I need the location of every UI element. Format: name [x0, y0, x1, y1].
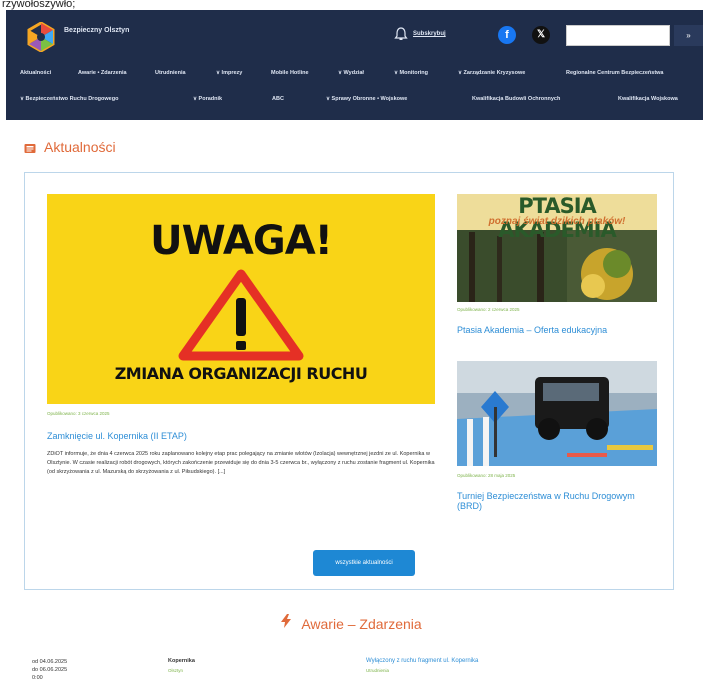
nav-item-abc[interactable]: ABC [272, 96, 284, 102]
event-date: od 04.06.2025 do 06.06.2025 0:00 [32, 658, 67, 682]
nav-item-aktualnosci[interactable]: Aktualności [20, 70, 51, 76]
side-news-1-title[interactable]: Ptasia Akademia – Oferta edukacyjna [457, 325, 657, 335]
nav-item-awarie[interactable]: Awarie • Zdarzenia [78, 70, 127, 76]
main-nav-row-2: ∨ Bezpieczeństwo Ruchu Drogowego ∨ Porad… [6, 93, 703, 107]
nav-item-utrudnienia[interactable]: Utrudnienia [155, 70, 186, 76]
ptasia-image-subheading: poznaj świat dzikich ptaków! [488, 216, 626, 227]
event-place: Kopernika [168, 658, 195, 664]
main-news-title[interactable]: Zamknięcie ul. Kopernika (II ETAP) [47, 431, 187, 441]
news-box: UWAGA! ZMIANA ORGANIZACJI RUCHU Opubliko… [24, 172, 674, 590]
newspaper-icon [24, 141, 36, 153]
subscribe-link[interactable]: Subskrybuj [394, 27, 446, 41]
nav-item-brd[interactable]: ∨ Bezpieczeństwo Ruchu Drogowego [20, 96, 118, 102]
main-news-date: Opublikowano: 3 czerwca 2025 [47, 411, 110, 416]
image-subheading: ZMIANA ORGANIZACJI RUCHU [114, 364, 368, 383]
nav-item-wydzial[interactable]: ∨ Wydział [338, 70, 364, 76]
nav-item-mobile[interactable]: Mobile Hotline [271, 70, 309, 76]
event-place-sub: Olsztyn [168, 668, 184, 673]
site-name[interactable]: Bezpieczny Olsztyn [64, 26, 134, 36]
site-logo[interactable] [26, 21, 56, 53]
main-news-excerpt: ZDiOT informuje, że dnia 4 czerwca 2025 … [47, 451, 435, 475]
event-date-to: do 06.06.2025 [32, 667, 68, 673]
side-news-1-date: Opublikowano: 2 czerwca 2025 [457, 307, 520, 312]
side-news-2-date: Opublikowano: 28 maja 2025 [457, 473, 516, 478]
brd-tournament-image[interactable] [457, 361, 657, 466]
main-news-image[interactable]: UWAGA! ZMIANA ORGANIZACJI RUCHU [47, 194, 435, 404]
nav-item-poradnik[interactable]: ∨ Poradnik [193, 96, 222, 102]
nav-item-budowle[interactable]: Kwalifikacja Budowli Ochronnych [472, 96, 560, 102]
bell-icon [394, 27, 408, 41]
nav-item-zarzadzanie[interactable]: ∨ Zarządzanie Kryzysowe [458, 70, 525, 76]
event-link[interactable]: Wyłączony z ruchu fragment ul. Kopernika [366, 658, 478, 664]
nav-item-kwalifikacja[interactable]: Kwalifikacja Wojskowa [618, 96, 678, 102]
lightning-icon [281, 614, 292, 633]
warning-triangle-icon [178, 269, 304, 361]
nav-item-rcb[interactable]: Regionalne Centrum Bezpieczeństwa [566, 70, 664, 76]
site-header: Bezpieczny Olsztyn Subskrybuj f 𝕏 » Aktu… [6, 10, 703, 120]
events-section-title: Awarie – Zdarzenia [301, 615, 422, 632]
ptasia-akademia-image[interactable]: PTASIA AKADEMIA poznaj świat dzikich pta… [457, 194, 657, 302]
facebook-icon[interactable]: f [498, 26, 516, 44]
event-link-sub: Utrudnienia [366, 668, 390, 673]
image-heading: UWAGA! [150, 218, 333, 264]
side-news-2-title[interactable]: Turniej Bezpieczeństwa w Ruchu Drogowym … [457, 491, 657, 511]
search-button[interactable]: » [674, 25, 703, 46]
top-cropped-text: rzywołoszywło; [0, 0, 703, 10]
event-date-from: od 04.06.2025 [32, 659, 68, 665]
search-input[interactable] [566, 25, 670, 46]
x-twitter-icon[interactable]: 𝕏 [532, 26, 550, 44]
main-nav-row-1: Aktualności Awarie • Zdarzenia Utrudnien… [6, 67, 703, 81]
news-section-header: Aktualności [24, 139, 116, 155]
nav-item-monitoring[interactable]: ∨ Monitoring [394, 70, 428, 76]
subscribe-label: Subskrybuj [413, 31, 446, 37]
nav-item-imprezy[interactable]: ∨ Imprezy [216, 70, 242, 76]
all-news-button[interactable]: wszystkie aktualności [313, 550, 415, 576]
news-section-title: Aktualności [44, 139, 116, 155]
nav-item-sprawy-obronne[interactable]: ∨ Sprawy Obronne • Wojskowe [326, 96, 407, 102]
events-section-header: Awarie – Zdarzenia [0, 614, 703, 633]
event-time: 0:00 [32, 675, 43, 681]
